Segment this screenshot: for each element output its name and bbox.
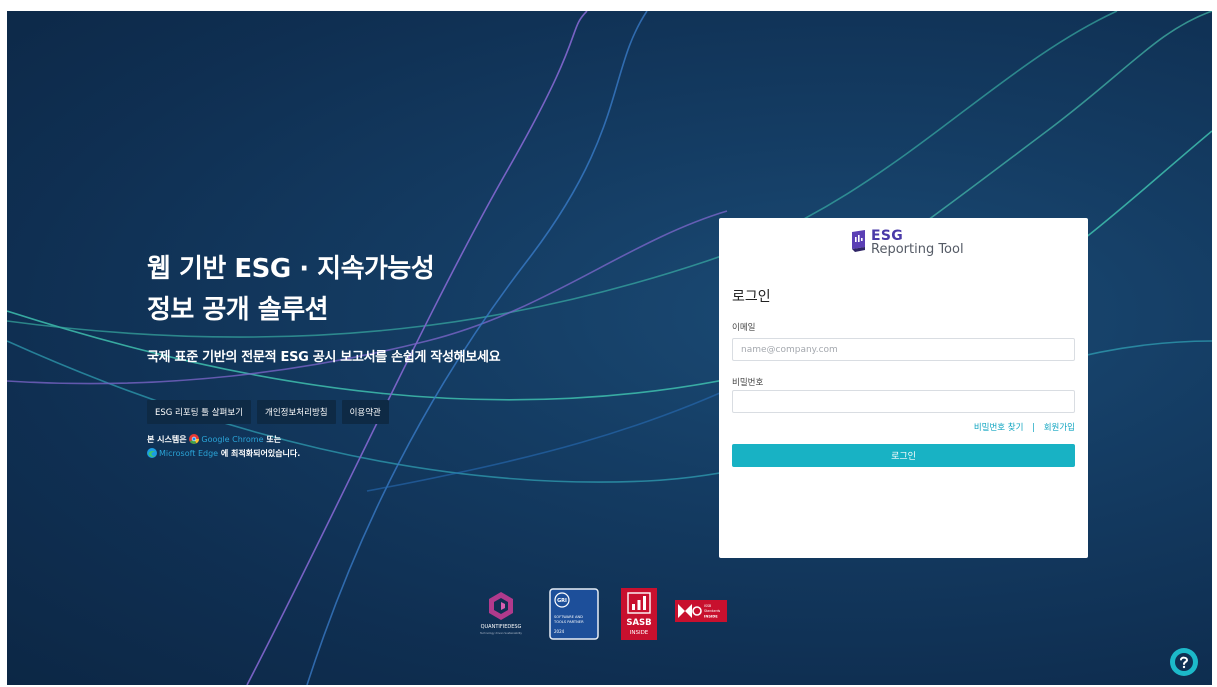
esg-reporting-tool-logo: ESG Reporting Tool [849, 229, 964, 257]
browser-note-prefix: 본 시스템은 [147, 435, 187, 444]
sasb-inside-badge: SASB INSIDE [621, 588, 657, 640]
hero-title: 웹 기반 ESG · 지속가능성 정보 공개 솔루션 [147, 249, 435, 331]
issb-line1: ISSB [704, 604, 711, 608]
browser-note-or: 또는 [266, 435, 282, 444]
gri-year: 2024 [554, 629, 565, 634]
email-label: 이메일 [732, 323, 756, 333]
partner-badges: QUANTIFIEDESG Technology driven Sustaina… [7, 588, 1212, 648]
login-button[interactable]: 로그인 [732, 444, 1075, 467]
link-separator: | [1032, 423, 1036, 433]
hero-title-line2: 정보 공개 솔루션 [147, 295, 329, 325]
chrome-name: Google Chrome [201, 435, 264, 444]
question-circle-icon [1175, 653, 1193, 671]
privacy-policy-link[interactable]: 개인정보처리방침 [257, 400, 336, 424]
browser-note-suffix: 에 최적화되어있습니다. [220, 449, 301, 458]
chrome-icon [189, 434, 200, 444]
login-heading: 로그인 [732, 289, 771, 305]
quantified-esg-name: QUANTIFIEDESG [481, 624, 522, 630]
edge-name: Microsoft Edge [159, 449, 219, 458]
password-input[interactable] [732, 390, 1075, 413]
browser-support-note: 본 시스템은 Google Chrome 또는 Microsoft Edge 에… [147, 433, 300, 461]
quantified-esg-badge: QUANTIFIEDESG Technology driven Sustaina… [480, 592, 522, 635]
issb-standards-badge: ISSB Standards INSIDE [675, 600, 727, 622]
signup-link[interactable]: 회원가입 [1044, 423, 1075, 433]
edge-icon [147, 448, 157, 458]
terms-link[interactable]: 이용약관 [341, 400, 389, 424]
info-links: ESG 리포팅 툴 살펴보기 개인정보처리방침 이용약관 [147, 400, 389, 424]
issb-line3: INSIDE [704, 615, 718, 619]
help-button[interactable] [1170, 648, 1198, 676]
quantified-esg-tagline: Technology driven Sustainability [480, 631, 522, 635]
password-label: 비밀번호 [732, 378, 764, 388]
find-password-link[interactable]: 비밀번호 찾기 [974, 423, 1024, 433]
hero-subtitle: 국제 표준 기반의 전문적 ESG 공시 보고서를 손쉽게 작성해보세요 [147, 350, 501, 365]
account-links: 비밀번호 찾기 | 회원가입 [732, 421, 1075, 433]
issb-line2: Standards [704, 609, 721, 613]
email-input[interactable] [732, 338, 1075, 361]
gri-line1: SOFTWARE AND [554, 615, 583, 619]
login-card: ESG Reporting Tool 로그인 이메일 비밀번호 비밀번호 찾기 … [719, 218, 1088, 558]
logo-book-icon [852, 230, 865, 252]
gri-mark: GRI [557, 598, 567, 604]
gri-line2: TOOLS PARTNER [553, 620, 584, 624]
sasb-line2: INSIDE [630, 630, 649, 636]
esg-tour-link[interactable]: ESG 리포팅 툴 살펴보기 [147, 400, 252, 424]
login-page-background: 웹 기반 ESG · 지속가능성 정보 공개 솔루션 국제 표준 기반의 전문적… [7, 11, 1212, 685]
gri-partner-badge: GRI SOFTWARE AND TOOLS PARTNER 2024 [549, 588, 599, 640]
sasb-line1: SASB [626, 618, 651, 628]
logo-reporting-tool-text: Reporting Tool [871, 242, 964, 257]
hero-title-line1: 웹 기반 ESG · 지속가능성 [147, 254, 435, 284]
